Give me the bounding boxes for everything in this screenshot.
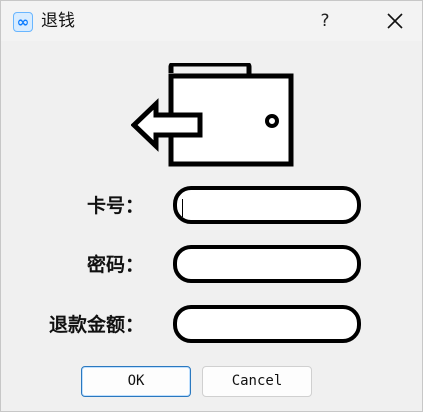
password-label: 密码：	[86, 254, 144, 276]
cancel-button[interactable]: Cancel	[202, 366, 312, 397]
refund-dialog-window: ∞ 退钱 ? 卡号： 密码： 退款金额： OK Cancel	[0, 0, 423, 412]
card-number-input[interactable]	[173, 186, 361, 224]
app-infinity-icon: ∞	[13, 12, 33, 32]
card-number-row: 卡号：	[1, 186, 422, 228]
card-number-label: 卡号：	[86, 195, 144, 217]
ok-button[interactable]: OK	[81, 366, 191, 397]
close-button[interactable]	[381, 9, 409, 33]
refund-amount-label: 退款金额：	[48, 314, 144, 336]
password-input[interactable]	[173, 245, 361, 283]
password-row: 密码：	[1, 245, 422, 287]
refund-amount-row: 退款金额：	[1, 305, 422, 347]
title-bar: ∞ 退钱 ?	[1, 1, 422, 41]
window-title: 退钱	[41, 11, 75, 31]
help-button[interactable]: ?	[313, 9, 337, 33]
refund-amount-input[interactable]	[173, 305, 361, 343]
wallet-withdraw-arrow-icon	[131, 63, 294, 167]
close-icon	[387, 13, 403, 29]
text-caret	[182, 199, 183, 217]
